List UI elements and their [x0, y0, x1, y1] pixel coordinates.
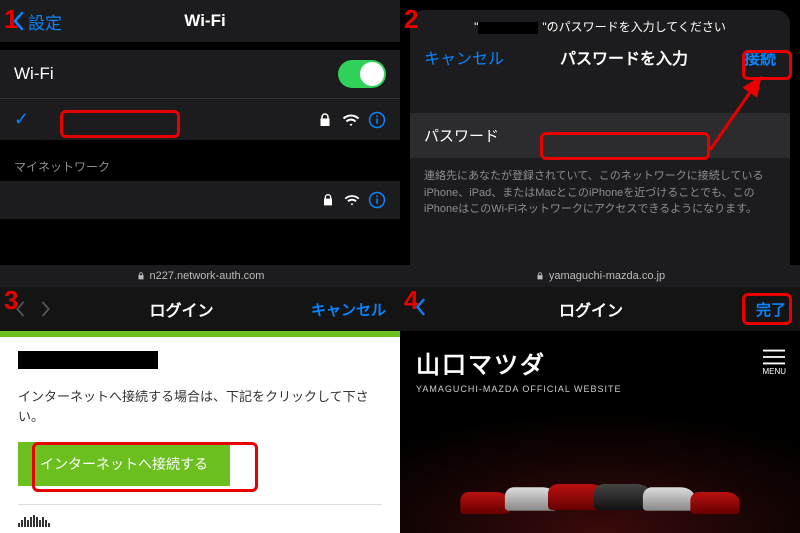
captive-cancel-button[interactable]: キャンセル — [311, 299, 386, 320]
sheet-navbar: キャンセル パスワードを入力 接続 — [410, 39, 790, 79]
ssid-redacted — [478, 22, 538, 34]
lock-icon — [320, 192, 336, 208]
cisco-logo — [18, 515, 382, 527]
password-input[interactable] — [524, 126, 776, 146]
wifi-icon — [344, 192, 360, 208]
wifi-toggle-row: Wi-Fi — [0, 50, 400, 98]
panel-2-password-sheet: 2 ""のパスワードを入力してください キャンセル パスワードを入力 接続 パス… — [400, 0, 800, 265]
site-navbar: ログイン 完了 — [400, 287, 800, 331]
step-number-1: 1 — [4, 4, 18, 35]
my-network-row[interactable] — [0, 181, 400, 219]
portal-ssid-redacted — [18, 351, 158, 369]
panel-1-wifi-settings: 1 設定 Wi-Fi Wi-Fi ✓ マイネットワーク — [0, 0, 400, 265]
cisco-bars-icon — [18, 515, 50, 527]
password-field-row: パスワード — [410, 113, 790, 158]
connect-button[interactable]: 接続 — [744, 45, 776, 69]
cancel-button[interactable]: キャンセル — [424, 45, 504, 69]
sheet-title: パスワードを入力 — [560, 45, 688, 69]
divider — [18, 504, 382, 505]
step-number-4: 4 — [404, 285, 418, 316]
lock-icon — [535, 271, 545, 281]
step-number-3: 3 — [4, 285, 18, 316]
site-brand-logo-text: 山口マツダ — [416, 345, 784, 380]
nav-forward-icon[interactable] — [40, 300, 52, 318]
info-icon[interactable] — [368, 191, 386, 209]
checkmark-icon: ✓ — [14, 109, 32, 130]
wifi-row-label: Wi-Fi — [14, 64, 54, 84]
panel-4-website: 4 yamaguchi-mazda.co.jp ログイン 完了 山口マツダ YA… — [400, 265, 800, 533]
back-button[interactable]: 設定 — [12, 9, 62, 34]
wifi-icon — [342, 111, 360, 129]
password-prompt: ""のパスワードを入力してください — [410, 10, 790, 39]
captive-title: ログイン — [52, 297, 311, 321]
menu-label: MENU — [762, 367, 786, 376]
portal-instruction-text: インターネットへ接続する場合は、下記をクリックして下さい。 — [18, 387, 382, 426]
header-title: Wi-Fi — [184, 11, 225, 30]
password-field-label: パスワード — [424, 125, 524, 146]
captive-url-host: n227.network-auth.com — [150, 270, 265, 282]
settings-header: 設定 Wi-Fi — [0, 0, 400, 42]
current-network-row[interactable]: ✓ — [0, 99, 400, 140]
site-brand-bar: 山口マツダ YAMAGUCHI-MAZDA OFFICIAL WEBSITE M… — [400, 331, 800, 404]
password-sheet: ""のパスワードを入力してください キャンセル パスワードを入力 接続 パスワー… — [410, 10, 790, 265]
captive-navbar: ログイン キャンセル — [0, 287, 400, 331]
step-number-2: 2 — [404, 4, 418, 35]
site-nav-title: ログイン — [426, 297, 756, 321]
portal-connect-button[interactable]: インターネットへ接続する — [18, 442, 230, 486]
panel-3-captive-portal: 3 n227.network-auth.com ログイン キャンセル インターネ… — [0, 265, 400, 533]
hamburger-icon — [763, 349, 785, 365]
my-networks-section-label: マイネットワーク — [0, 140, 400, 181]
hero-cars — [400, 484, 800, 533]
captive-url-bar: n227.network-auth.com — [0, 265, 400, 287]
hamburger-menu-button[interactable]: MENU — [762, 349, 786, 376]
lock-icon — [136, 271, 146, 281]
wifi-toggle[interactable] — [338, 60, 386, 88]
info-icon[interactable] — [368, 111, 386, 129]
site-url-host: yamaguchi-mazda.co.jp — [549, 270, 665, 282]
network-status-icons — [316, 111, 386, 129]
network-name-redacted — [32, 110, 316, 130]
site-brand-subtitle: YAMAGUCHI-MAZDA OFFICIAL WEBSITE — [416, 384, 784, 394]
nav-arrows — [14, 300, 52, 318]
password-share-hint: 連絡先にあなたが登録されていて、このネットワークに接続しているiPhone、iP… — [410, 158, 790, 228]
lock-icon — [316, 111, 334, 129]
site-url-bar: yamaguchi-mazda.co.jp — [400, 265, 800, 287]
done-button[interactable]: 完了 — [756, 299, 786, 320]
hero-image: 「心からの感謝の想いを胸に、新たな100年へ。」 — [400, 404, 800, 533]
back-label: 設定 — [28, 9, 62, 34]
portal-body: インターネットへ接続する場合は、下記をクリックして下さい。 インターネットへ接続… — [0, 337, 400, 533]
